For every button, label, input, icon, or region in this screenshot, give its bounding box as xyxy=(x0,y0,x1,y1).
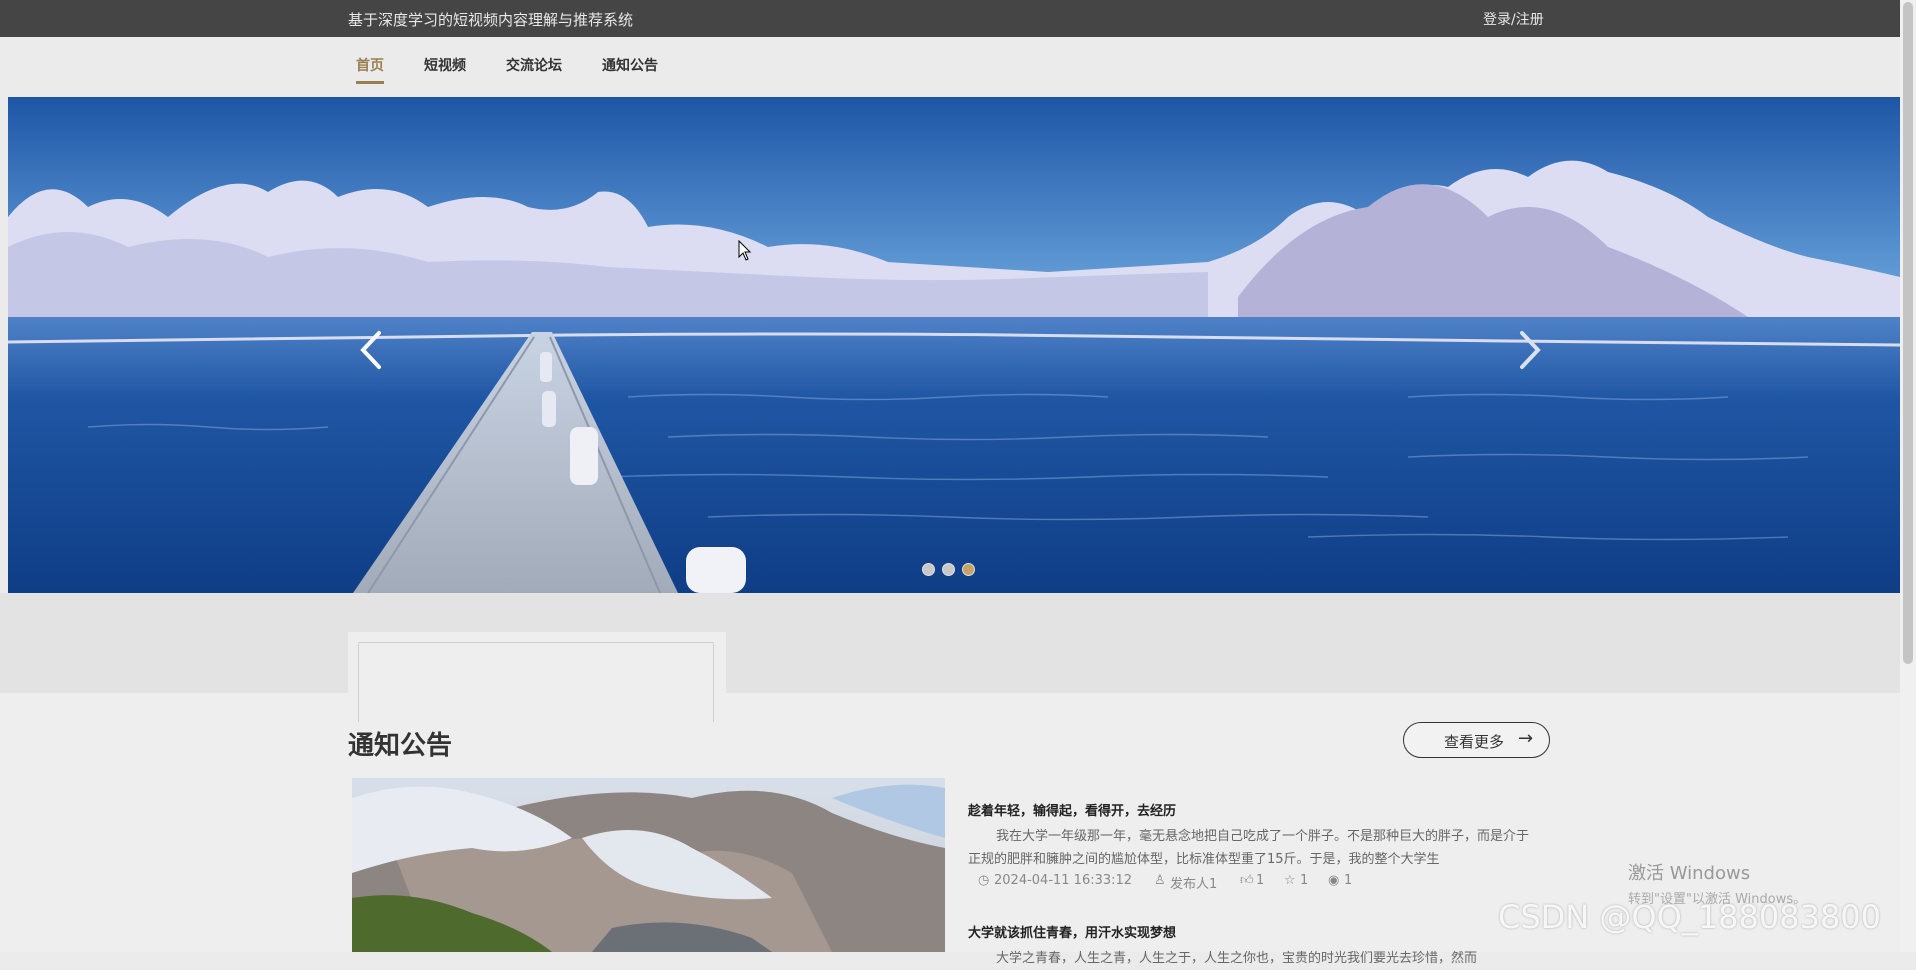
nav-item-notices[interactable]: 通知公告 xyxy=(602,55,658,81)
page-scrollbar[interactable] xyxy=(1900,0,1916,952)
notice-item-2[interactable]: 大学就该抓住青春，用汗水实现梦想 大学之青春，人生之青，人生之于，人生之你也，宝… xyxy=(968,922,1533,970)
carousel-next-button[interactable] xyxy=(1512,325,1548,375)
nav-item-forum[interactable]: 交流论坛 xyxy=(506,55,562,81)
notice-author: 发布人1 xyxy=(1170,877,1218,892)
section-tab-card xyxy=(348,632,726,722)
windows-activation-title: 激活 Windows xyxy=(1628,863,1751,884)
section-tab-card-frame xyxy=(358,642,714,722)
csdn-watermark: CSDN @QQ_188083800 xyxy=(1498,898,1882,936)
carousel-prev-button[interactable] xyxy=(353,325,389,375)
view-more-button[interactable]: 查看更多 → xyxy=(1403,722,1550,758)
notice-title[interactable]: 趁着年轻，输得起，看得开，去经历 xyxy=(968,800,1533,819)
chevron-right-icon xyxy=(1520,331,1541,369)
notice-item-1[interactable]: 趁着年轻，输得起，看得开，去经历 我在大学一年级那一年，毫无悬念地把自己吃成了一… xyxy=(968,800,1533,892)
notice-favorites: 1 xyxy=(1300,873,1309,888)
carousel-dot-2[interactable] xyxy=(942,563,955,576)
notice-likes: 1 xyxy=(1256,873,1265,888)
user-icon: ♙ xyxy=(1154,873,1166,888)
eye-icon: ◉ xyxy=(1328,873,1340,888)
main-nav: 首页 短视频 交流论坛 通知公告 xyxy=(0,37,1900,97)
thumbs-up-icon: 👍︎ xyxy=(1240,873,1254,888)
view-more-label: 查看更多 xyxy=(1444,733,1505,751)
notice-cover-picture xyxy=(352,778,945,952)
banner-image xyxy=(8,97,1900,593)
chevron-left-icon xyxy=(360,331,381,369)
nav-item-short-video[interactable]: 短视频 xyxy=(424,55,466,81)
notice-excerpt: 我在大学一年级那一年，毫无悬念地把自己吃成了一个胖子。不是那种巨大的胖子，而是介… xyxy=(968,829,1530,867)
carousel-dot-3[interactable] xyxy=(962,563,975,576)
clock-icon: ◷ xyxy=(978,873,990,888)
notice-excerpt: 大学之青春，人生之青，人生之于，人生之你也，宝贵的时光我们要光去珍惜，然而 xyxy=(996,951,1478,966)
notice-date: 2024-04-11 16:33:12 xyxy=(994,873,1133,888)
carousel-dot-1[interactable] xyxy=(922,563,935,576)
star-icon: ☆ xyxy=(1284,873,1296,888)
notice-meta: ◷ 2024-04-11 16:33:12 ♙ 发布人1 👍︎ 1 ☆ 1 ◉ … xyxy=(968,873,1533,892)
nav-item-home[interactable]: 首页 xyxy=(356,55,384,84)
notice-cover-image[interactable] xyxy=(352,778,945,952)
arrow-right-icon: → xyxy=(1518,728,1534,749)
site-title: 基于深度学习的短视频内容理解与推荐系统 xyxy=(348,11,634,29)
notices-section-title: 通知公告 xyxy=(348,731,453,761)
carousel-banner xyxy=(8,97,1900,593)
login-register-link[interactable]: 登录/注册 xyxy=(1483,9,1544,29)
notice-views: 1 xyxy=(1344,873,1353,888)
notice-title[interactable]: 大学就该抓住青春，用汗水实现梦想 xyxy=(968,922,1533,941)
section-separator-band xyxy=(0,593,1900,693)
top-bar: 基于深度学习的短视频内容理解与推荐系统 登录/注册 xyxy=(0,0,1900,37)
mouse-cursor-icon xyxy=(738,240,752,261)
scrollbar-thumb[interactable] xyxy=(1903,2,1913,664)
